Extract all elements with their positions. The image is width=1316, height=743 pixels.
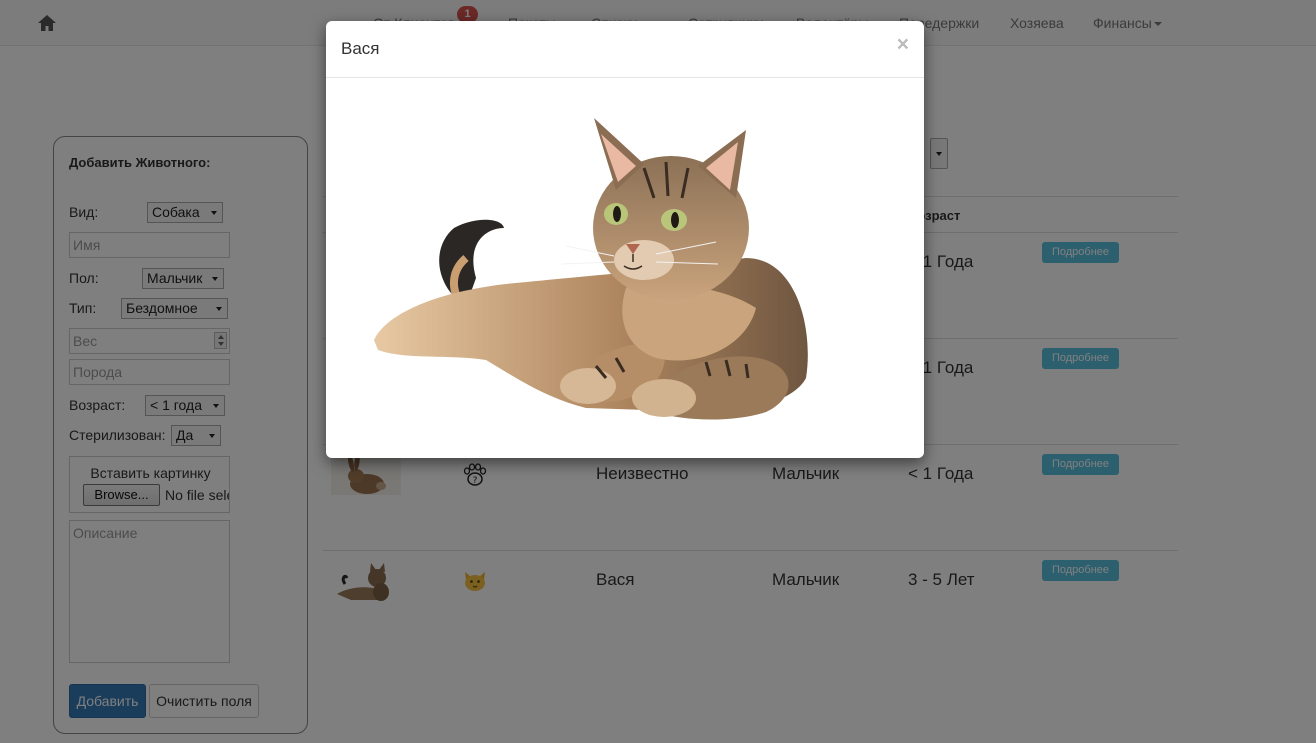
close-icon[interactable]: × bbox=[897, 34, 909, 55]
modal-header: Вася × bbox=[326, 21, 924, 78]
tabby-cat-photo bbox=[374, 118, 808, 420]
modal-body bbox=[326, 78, 924, 458]
modal-title: Вася bbox=[341, 39, 380, 58]
animal-photo-modal: Вася × bbox=[326, 21, 924, 458]
